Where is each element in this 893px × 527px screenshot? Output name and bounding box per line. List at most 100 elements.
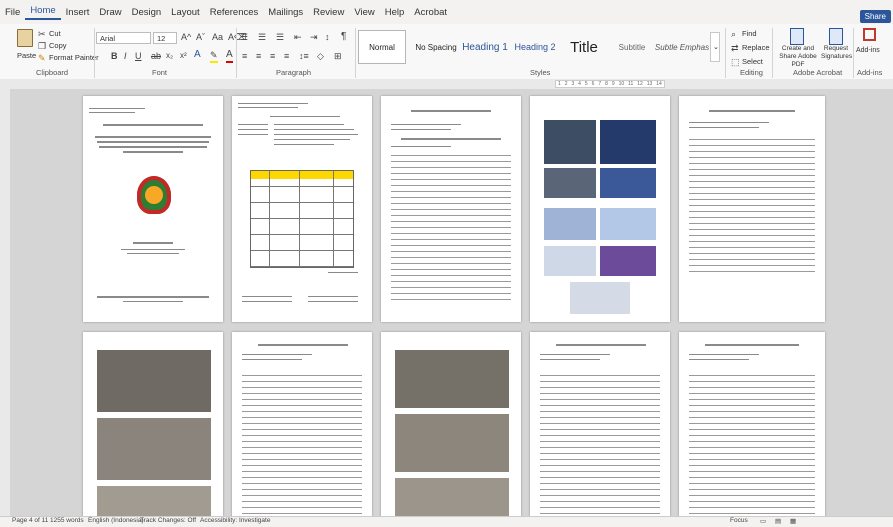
text-line — [705, 344, 799, 346]
text-line — [242, 296, 292, 297]
decrease-indent-icon[interactable]: ⇤ — [294, 31, 302, 43]
underline-icon[interactable]: U — [135, 50, 142, 62]
document-page[interactable] — [232, 332, 372, 522]
tab-view[interactable]: View — [349, 7, 379, 18]
subscript-icon[interactable]: x₂ — [166, 50, 173, 62]
document-page[interactable] — [381, 96, 521, 322]
italic-icon[interactable]: I — [124, 50, 127, 62]
paste-button[interactable]: Paste — [14, 27, 36, 65]
pilcrow-icon[interactable]: ¶ — [341, 31, 346, 43]
word-count[interactable]: 1255 words — [50, 517, 84, 524]
borders-icon[interactable]: ⊞ — [334, 50, 342, 62]
sort-icon[interactable]: ↕ — [325, 31, 330, 43]
divider — [772, 28, 773, 78]
format-painter-button[interactable]: Format Painter — [49, 53, 99, 62]
font-color-icon[interactable]: A — [226, 49, 233, 63]
shrink-font-icon[interactable]: Aˇ — [196, 31, 205, 43]
document-page[interactable] — [530, 96, 670, 322]
find-button[interactable]: Find — [742, 29, 757, 38]
event-photo — [544, 168, 596, 198]
document-page[interactable] — [381, 332, 521, 522]
accessibility-status[interactable]: Accessibility: Investigate — [200, 517, 270, 524]
style-subtle-emphasis[interactable]: Subtle Emphas — [655, 30, 709, 64]
text-line — [709, 110, 795, 112]
tab-draw[interactable]: Draw — [94, 7, 126, 18]
text-line — [274, 134, 358, 135]
logo-emblem-center — [145, 186, 163, 204]
grow-font-icon[interactable]: A^ — [181, 31, 191, 43]
line-spacing-icon[interactable]: ↕≡ — [299, 50, 309, 62]
replace-button[interactable]: Replace — [742, 43, 770, 52]
print-layout-icon[interactable]: ▤ — [775, 517, 781, 525]
text-line — [242, 301, 292, 302]
superscript-icon[interactable]: x² — [180, 50, 187, 62]
tab-design[interactable]: Design — [127, 7, 167, 18]
tab-file[interactable]: File — [0, 7, 25, 18]
cut-button[interactable]: Cut — [49, 29, 61, 38]
language-status[interactable]: English (Indonesia) — [88, 517, 144, 524]
style-normal[interactable]: Normal — [358, 30, 406, 64]
ruler-active-area: 1 2 3 4 5 6 7 8 9 10 11 12 13 14 — [555, 80, 665, 88]
text-line — [89, 112, 135, 113]
tab-references[interactable]: References — [205, 7, 264, 18]
align-left-icon[interactable]: ≡ — [242, 50, 247, 62]
numbering-icon[interactable]: ☰ — [258, 31, 266, 43]
change-case-icon[interactable]: Aa — [212, 31, 223, 43]
bold-icon[interactable]: B — [111, 50, 118, 62]
ruler-tick-label: 8 — [605, 81, 608, 87]
style-subtitle[interactable]: Subtitle — [612, 30, 652, 64]
track-changes-status[interactable]: Track Changes: Off — [140, 517, 196, 524]
document-page[interactable] — [530, 332, 670, 522]
event-photo — [395, 350, 509, 408]
focus-button[interactable]: Focus — [730, 517, 748, 524]
page-count[interactable]: Page 4 of 11 — [12, 517, 48, 524]
styles-scroll[interactable]: ⌄ — [710, 32, 720, 62]
document-page[interactable] — [232, 96, 372, 322]
document-page[interactable] — [83, 96, 223, 322]
style-title[interactable]: Title — [562, 30, 606, 64]
document-page[interactable] — [679, 96, 825, 322]
select-button[interactable]: Select — [742, 57, 763, 66]
tab-mailings[interactable]: Mailings — [263, 7, 308, 18]
text-line — [391, 124, 461, 125]
add-ins-label: Add-ins — [856, 47, 880, 54]
search-icon: ⌕ — [731, 29, 737, 39]
tab-layout[interactable]: Layout — [166, 7, 205, 18]
ruler-tick-label: 10 — [618, 81, 625, 87]
tab-help[interactable]: Help — [380, 7, 410, 18]
divider — [853, 28, 854, 78]
highlight-icon[interactable]: ✎ — [210, 49, 218, 63]
document-page[interactable] — [83, 332, 223, 522]
text-line — [689, 354, 759, 355]
shading-icon[interactable]: ◇ — [317, 50, 324, 62]
style-heading-1[interactable]: Heading 1 — [462, 30, 508, 64]
font-name-select[interactable]: Arial — [96, 32, 151, 44]
justify-icon[interactable]: ≡ — [284, 50, 289, 62]
request-signatures-button[interactable]: Request Signatures — [821, 28, 852, 66]
read-mode-icon[interactable]: ▭ — [760, 517, 766, 525]
copy-button[interactable]: Copy — [49, 41, 67, 50]
font-size-select[interactable]: 12 — [153, 32, 177, 44]
bullets-icon[interactable]: ☰ — [240, 31, 248, 43]
increase-indent-icon[interactable]: ⇥ — [310, 31, 318, 43]
strikethrough-icon[interactable]: ab — [151, 50, 161, 62]
text-effects-icon[interactable]: A — [194, 49, 201, 61]
tab-review[interactable]: Review — [308, 7, 349, 18]
share-button[interactable]: Share — [859, 10, 891, 23]
style-title-label: Title — [570, 38, 598, 56]
document-page[interactable] — [679, 332, 825, 522]
web-layout-icon[interactable]: ▦ — [790, 517, 796, 525]
text-line — [274, 129, 354, 130]
event-photo — [395, 414, 509, 472]
create-pdf-button[interactable]: Create and Share Adobe PDF — [777, 28, 817, 68]
align-center-icon[interactable]: ≡ — [256, 50, 261, 62]
text-line — [274, 139, 350, 140]
tab-insert[interactable]: Insert — [61, 7, 95, 18]
add-ins-button[interactable]: Add-ins — [856, 28, 890, 66]
align-right-icon[interactable]: ≡ — [270, 50, 275, 62]
tab-acrobat[interactable]: Acrobat — [409, 7, 452, 18]
style-heading-2[interactable]: Heading 2 — [512, 30, 558, 64]
tab-home[interactable]: Home — [25, 5, 61, 20]
multilevel-list-icon[interactable]: ☰ — [276, 31, 284, 43]
style-no-spacing[interactable]: No Spacing — [410, 30, 462, 64]
